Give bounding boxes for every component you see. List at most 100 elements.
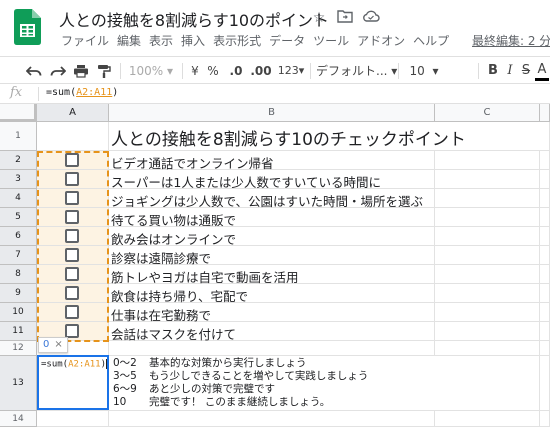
- close-icon[interactable]: ×: [54, 339, 62, 350]
- row-header-10[interactable]: 10: [0, 303, 37, 322]
- checkbox[interactable]: [65, 229, 79, 243]
- checkbox[interactable]: [65, 153, 79, 167]
- cell-a2[interactable]: [37, 151, 109, 170]
- row-header-1[interactable]: 1: [0, 122, 37, 151]
- cell-b14[interactable]: [109, 411, 435, 427]
- star-icon[interactable]: ☆: [310, 9, 328, 27]
- undo-icon[interactable]: [24, 61, 44, 81]
- print-icon[interactable]: [71, 61, 91, 81]
- increase-decimal-button[interactable]: .00: [249, 61, 273, 81]
- cell-b8[interactable]: 筋トレやヨガは自宅で動画を活用: [109, 265, 435, 285]
- cell-a5[interactable]: [37, 208, 109, 227]
- checkbox[interactable]: [65, 191, 79, 205]
- cell-editor-a13[interactable]: =sum(A2:A11): [37, 355, 109, 410]
- cell-c13[interactable]: [435, 356, 540, 411]
- column-header-d[interactable]: [540, 104, 550, 122]
- zoom-select[interactable]: 100% ▾: [126, 61, 176, 81]
- select-all-corner[interactable]: [0, 104, 37, 122]
- cell-d10[interactable]: [540, 303, 550, 322]
- cell-a1[interactable]: [37, 122, 109, 151]
- cell-b1[interactable]: 人との接触を8割減らす10のチェックポイント: [109, 122, 466, 151]
- row-header-5[interactable]: 5: [0, 208, 37, 227]
- checkbox[interactable]: [65, 324, 79, 338]
- cell-d8[interactable]: [540, 265, 550, 284]
- cell-d14[interactable]: [540, 411, 550, 427]
- cell-c12[interactable]: [435, 341, 540, 356]
- row-header-7[interactable]: 7: [0, 246, 37, 265]
- checkbox[interactable]: [65, 248, 79, 262]
- cell-a6[interactable]: [37, 227, 109, 246]
- cell-a9[interactable]: [37, 284, 109, 303]
- cell-c11[interactable]: [435, 322, 540, 341]
- cell-d2[interactable]: [540, 151, 550, 170]
- cell-c14[interactable]: [435, 411, 540, 427]
- cell-d9[interactable]: [540, 284, 550, 303]
- cell-c8[interactable]: [435, 265, 540, 284]
- cell-a7[interactable]: [37, 246, 109, 265]
- cell-c10[interactable]: [435, 303, 540, 322]
- cell-b10[interactable]: 仕事は在宅勤務で: [109, 303, 435, 323]
- column-header-b[interactable]: B: [109, 104, 435, 122]
- strikethrough-button[interactable]: S: [519, 61, 533, 81]
- cell-b4[interactable]: ジョギングは少人数で、公園はすいた時間・場所を選ぶ: [109, 189, 435, 209]
- text-color-button[interactable]: A: [535, 61, 549, 81]
- cell-c4[interactable]: [435, 189, 540, 208]
- cell-a10[interactable]: [37, 303, 109, 322]
- formula-input[interactable]: =sum(A2:A11): [46, 87, 118, 98]
- row-header-6[interactable]: 6: [0, 227, 37, 246]
- cell-b5[interactable]: 待てる買い物は通販で: [109, 208, 435, 228]
- cell-b11[interactable]: 会話はマスクを付けて: [109, 322, 435, 342]
- redo-icon[interactable]: [48, 61, 68, 81]
- move-folder-icon[interactable]: [336, 9, 354, 27]
- cell-d11[interactable]: [540, 322, 550, 341]
- row-header-13[interactable]: 13: [0, 356, 37, 411]
- cell-b9[interactable]: 飲食は持ち帰り、宅配で: [109, 284, 435, 304]
- cell-a14[interactable]: [37, 411, 109, 427]
- menu-view[interactable]: 表示: [145, 32, 177, 49]
- cell-c5[interactable]: [435, 208, 540, 227]
- checkbox[interactable]: [65, 172, 79, 186]
- checkbox[interactable]: [65, 286, 79, 300]
- cell-a8[interactable]: [37, 265, 109, 284]
- menu-insert[interactable]: 挿入: [177, 32, 209, 49]
- menu-tools[interactable]: ツール: [309, 32, 353, 49]
- row-header-3[interactable]: 3: [0, 170, 37, 189]
- bold-button[interactable]: B: [486, 61, 500, 81]
- checkbox[interactable]: [65, 267, 79, 281]
- cell-c2[interactable]: [435, 151, 540, 170]
- cell-a3[interactable]: [37, 170, 109, 189]
- cell-c7[interactable]: [435, 246, 540, 265]
- menu-format[interactable]: 表示形式: [209, 32, 265, 49]
- checkbox[interactable]: [65, 305, 79, 319]
- row-header-8[interactable]: 8: [0, 265, 37, 284]
- cell-b12[interactable]: [109, 341, 435, 356]
- cell-c3[interactable]: [435, 170, 540, 189]
- number-format-select[interactable]: 123▾: [275, 61, 307, 81]
- cell-b3[interactable]: スーパーは1人または少人数ですいている時間に: [109, 170, 435, 190]
- cell-a4[interactable]: [37, 189, 109, 208]
- menu-data[interactable]: データ: [265, 32, 309, 49]
- percent-button[interactable]: %: [206, 61, 220, 81]
- row-header-12[interactable]: 12: [0, 341, 37, 356]
- font-size-select[interactable]: 10 ▾: [404, 61, 444, 81]
- cell-d6[interactable]: [540, 227, 550, 246]
- decrease-decimal-button[interactable]: .0: [225, 61, 247, 81]
- row-header-4[interactable]: 4: [0, 189, 37, 208]
- cell-b7[interactable]: 診察は遠隔診療で: [109, 246, 435, 266]
- row-header-14[interactable]: 14: [0, 411, 37, 427]
- cell-d1[interactable]: [540, 122, 550, 151]
- paint-format-icon[interactable]: [94, 61, 114, 81]
- cloud-status-icon[interactable]: [362, 9, 380, 27]
- column-header-c[interactable]: C: [435, 104, 540, 122]
- cell-d12[interactable]: [540, 341, 550, 356]
- row-header-11[interactable]: 11: [0, 322, 37, 341]
- cell-d5[interactable]: [540, 208, 550, 227]
- italic-button[interactable]: I: [503, 61, 517, 81]
- checkbox[interactable]: [65, 210, 79, 224]
- menu-help[interactable]: ヘルプ: [409, 32, 453, 49]
- row-header-9[interactable]: 9: [0, 284, 37, 303]
- column-header-a[interactable]: A: [37, 104, 109, 122]
- document-title[interactable]: 人との接触を8割減らす10のポイント: [59, 7, 329, 31]
- cell-b6[interactable]: 飲み会はオンラインで: [109, 227, 435, 247]
- last-edit-link[interactable]: 最終編集: 2 分前: [472, 32, 550, 49]
